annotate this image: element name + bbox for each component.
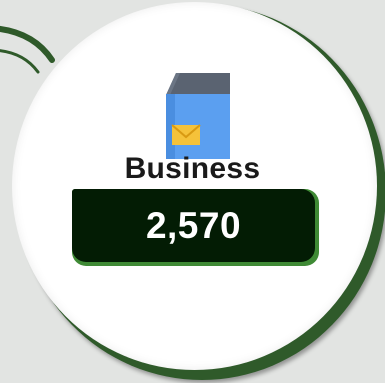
stat-label: Business [124, 152, 261, 185]
stat-card [12, 2, 377, 370]
stat-value: 2,570 [72, 189, 315, 262]
mailbox-icon [166, 73, 230, 159]
stat-value-box: 2,570 [72, 189, 319, 266]
